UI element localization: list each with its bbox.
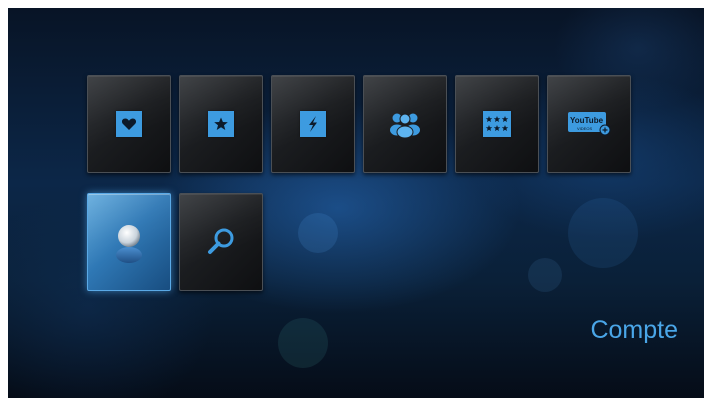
background-bokeh xyxy=(278,318,328,368)
user-icon xyxy=(112,221,146,263)
tile-account[interactable] xyxy=(87,193,171,291)
tile-starred[interactable] xyxy=(179,75,263,173)
tile-community[interactable] xyxy=(363,75,447,173)
background-bokeh xyxy=(568,198,638,268)
heart-icon xyxy=(116,111,142,137)
star-icon xyxy=(208,111,234,137)
tile-ratings[interactable] xyxy=(455,75,539,173)
tile-search[interactable] xyxy=(179,193,263,291)
tile-favorites[interactable] xyxy=(87,75,171,173)
people-icon xyxy=(388,110,422,138)
selected-item-label: Compte xyxy=(590,316,678,344)
youtube-logo-text: YouTube xyxy=(570,116,604,125)
magnifier-icon xyxy=(205,226,237,258)
tile-flash[interactable] xyxy=(271,75,355,173)
lightning-icon xyxy=(300,111,326,137)
media-player-screen: YouTube VIDEOS Compte xyxy=(8,8,704,398)
youtube-videos-icon: YouTube VIDEOS xyxy=(567,111,611,137)
youtube-logo-sub: VIDEOS xyxy=(577,126,592,131)
six-stars-icon xyxy=(483,111,511,137)
background-bokeh xyxy=(528,258,562,292)
background-bokeh xyxy=(298,213,338,253)
tile-youtube[interactable]: YouTube VIDEOS xyxy=(547,75,631,173)
